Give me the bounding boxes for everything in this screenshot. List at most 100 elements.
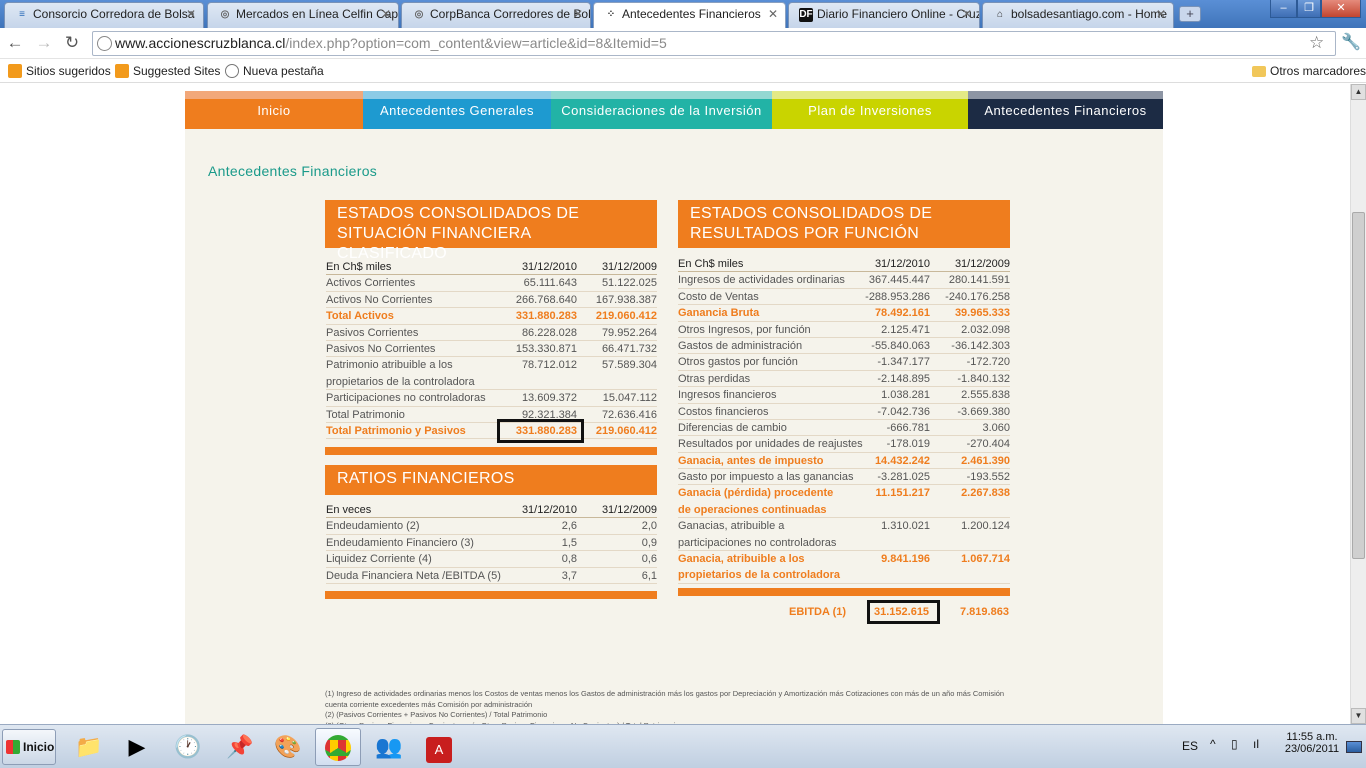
scroll-thumb[interactable] (1352, 212, 1365, 559)
nav-item-4[interactable]: Plan de Inversiones (772, 91, 968, 129)
bookmark-sitios-sugeridos[interactable]: Sitios sugeridos (8, 63, 111, 79)
table-cell: 1.067.714 (961, 553, 1010, 566)
table-row: Ganacias, atribuible a participaciones n… (678, 518, 1010, 552)
wrench-icon[interactable]: 🔧 (1341, 32, 1361, 52)
table-cell: Diferencias de cambio (678, 421, 787, 434)
vertical-scrollbar[interactable]: ▲ ▼ (1350, 84, 1366, 724)
table-row: Participaciones no controladoras 13.609.3… (326, 390, 657, 407)
table-row: Pasivos No Corrientes 153.330.871 66.471.7… (326, 341, 657, 358)
close-icon[interactable]: ✕ (186, 3, 196, 25)
battery-icon[interactable]: ▯ (1231, 737, 1238, 751)
bookmark-suggested-sites[interactable]: Suggested Sites (115, 63, 220, 79)
highlight-box-total-patrimonio (497, 419, 584, 443)
reload-icon[interactable]: ↻ (61, 32, 83, 54)
nav-item-2[interactable]: Antecedentes Generales (363, 91, 551, 129)
table-cell: Otros gastos por función (678, 356, 798, 369)
close-icon[interactable]: ✕ (1156, 3, 1166, 25)
header-cell: En veces (326, 504, 372, 516)
table-cell: -240.176.258 (945, 290, 1010, 303)
table-cell: 3.060 (982, 421, 1010, 434)
table-cell: 2.461.390 (961, 454, 1010, 467)
table-cell: Ingresos de actividades ordinarias (678, 274, 845, 287)
paint-app-icon[interactable]: 🎨 (265, 728, 311, 766)
browser-tab-2[interactable]: ◎ Mercados en Línea Celfin Capi ✕ (207, 2, 399, 28)
back-arrow-icon[interactable]: ← (4, 32, 26, 54)
globe-icon: ◎ (220, 9, 230, 20)
nav-strip (772, 91, 968, 99)
pdf-reader-icon[interactable]: A (416, 728, 462, 766)
nav-item-3[interactable]: Consideraciones de la Inversión (551, 91, 772, 129)
pin-app-icon[interactable]: 📌 (217, 728, 263, 766)
nav-item-5[interactable]: Antecedentes Financieros (968, 91, 1163, 129)
nav-strip (551, 91, 772, 99)
table-cell: -288.953.286 (865, 290, 930, 303)
table-row: Deuda Financiera Neta /EBITDA (5) 3,7 6,1 (326, 568, 657, 584)
clock[interactable]: 11:55 a.m. 23/06/2011 (1284, 731, 1340, 755)
scroll-up-arrow-icon[interactable]: ▲ (1351, 84, 1366, 100)
footnotes: (1) Ingreso de actividades ordinarias me… (325, 689, 1013, 724)
chrome-browser-icon[interactable] (315, 728, 361, 766)
balance-sheet-bar (325, 447, 657, 455)
header-cell: 31/12/2009 (601, 504, 657, 516)
table-cell: 66.471.732 (601, 342, 657, 355)
table-row: Total Patrimonio y Pasivos 331.880.283 219… (326, 423, 657, 440)
table-cell: 78.712.012 (521, 359, 577, 372)
header-cell: 31/12/2010 (521, 504, 577, 516)
table-row: Total Patrimonio 92.321.384 72.636.416 (326, 407, 657, 423)
table-cell: -3.669.380 (957, 405, 1010, 418)
nav-item-label: Inicio (257, 103, 291, 118)
balance-sheet-heading: ESTADOS CONSOLIDADOS DE SITUACIÓN FINANC… (325, 200, 657, 262)
scroll-down-arrow-icon[interactable]: ▼ (1351, 708, 1366, 724)
nav-item-1[interactable]: Inicio (185, 91, 363, 129)
browser-tab-5[interactable]: DF Diario Financiero Online - Cruz ✕ (788, 2, 980, 28)
table-row: Liquidez Corriente (4) 0,8 0,6 (326, 551, 657, 568)
tray-chevron-icon[interactable]: ^ (1210, 737, 1216, 751)
table-row: Activos No Corrientes 266.768.640 167.938.… (326, 292, 657, 309)
close-icon[interactable]: ✕ (962, 3, 972, 25)
folder-icon (1252, 66, 1266, 77)
browser-tab-1[interactable]: ≡ Consorcio Corredora de Bolsa ✕ (4, 2, 204, 28)
clock-app-icon[interactable]: 🕐 (165, 728, 211, 766)
language-indicator[interactable]: ES (1182, 739, 1198, 753)
media-player-icon[interactable]: ▶ (114, 728, 160, 766)
table-cell: Ganacia, atribuible a los propietarios d… (678, 553, 840, 582)
table-cell: Deuda Financiera Neta /EBITDA (5) (326, 569, 501, 582)
start-button[interactable]: Inicio (2, 729, 56, 765)
show-desktop-button[interactable] (1346, 741, 1362, 753)
close-icon[interactable]: ✕ (573, 3, 583, 25)
bookmark-star-icon[interactable]: ☆ (1309, 33, 1324, 53)
building-icon: ⌂ (996, 9, 1004, 20)
table-cell: 1,5 (561, 536, 577, 549)
table-cell: 57.589.304 (601, 359, 657, 372)
df-icon: DF (799, 8, 813, 22)
table-cell: Activos No Corrientes (326, 293, 433, 306)
ratios-table: En veces 31/12/2010 31/12/2009 Endeudamient… (326, 502, 657, 584)
results-bar (678, 588, 1010, 596)
forward-arrow-icon[interactable]: → (33, 32, 55, 54)
close-icon[interactable]: ✕ (768, 3, 778, 25)
close-icon[interactable]: ✕ (381, 3, 391, 25)
table-cell: Activos Corrientes (326, 277, 416, 290)
tab-label: Diario Financiero Online - Cruz (817, 7, 980, 21)
table-cell: -193.552 (966, 471, 1010, 484)
maximize-button[interactable]: ❐ (1297, 0, 1321, 18)
minimize-button[interactable]: ‒ (1270, 0, 1297, 18)
table-cell: Patrimonio atribuible a los propietarios… (326, 359, 475, 388)
results-heading: ESTADOS CONSOLIDADOS DE RESULTADOS POR F… (678, 200, 1010, 248)
other-bookmarks[interactable]: Otros marcadores (1252, 63, 1366, 79)
browser-tab-6[interactable]: ⌂ bolsadesantiago.com - Home ✕ (982, 2, 1174, 28)
address-bar[interactable]: www.accionescruzblanca.cl/index.php?opti… (92, 31, 1336, 56)
messenger-app-icon[interactable]: 👥 (366, 728, 412, 766)
browser-tab-3[interactable]: ◎ CorpBanca Corredores de Bol ✕ (401, 2, 591, 28)
table-cell: 219.060.412 (595, 310, 657, 323)
close-window-button[interactable]: ✕ (1321, 0, 1361, 18)
new-tab-button[interactable]: + (1179, 6, 1201, 22)
signal-icon[interactable]: ıl (1253, 737, 1259, 751)
table-row: Total Activos 331.880.283 219.060.412 (326, 308, 657, 325)
explorer-folder-icon[interactable]: 📁 (66, 728, 112, 766)
header-cell: En Ch$ miles (678, 258, 744, 270)
browser-tab-4[interactable]: ⁘ Antecedentes Financieros ✕ (593, 2, 786, 28)
bookmark-nueva-pestana[interactable]: Nueva pestaña (225, 63, 324, 79)
table-cell: Total Patrimonio (326, 408, 405, 421)
table-row: Ganacia, antes de impuesto 14.432.242 2.46… (678, 453, 1010, 470)
